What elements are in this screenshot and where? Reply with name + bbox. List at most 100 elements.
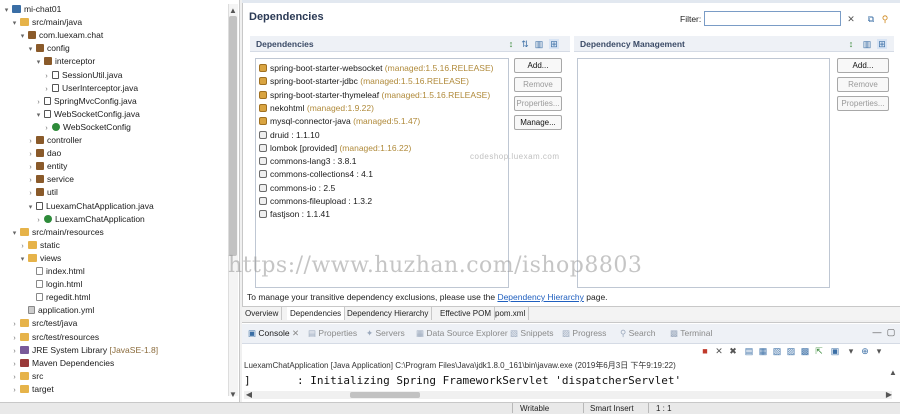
- tree-item[interactable]: ▾ mi-chat01: [2, 3, 62, 17]
- tree-item[interactable]: login.html: [26, 278, 82, 291]
- console-tab[interactable]: ▦ Data Source Explorer: [416, 328, 508, 339]
- scroll-left-icon[interactable]: ◀: [244, 390, 254, 399]
- expanded-chevron-icon[interactable]: ▾: [18, 30, 27, 43]
- dependency-item[interactable]: spring-boot-starter-jdbc (managed:1.5.16…: [259, 75, 469, 87]
- collapsed-chevron-icon[interactable]: ›: [42, 70, 51, 83]
- expanded-chevron-icon[interactable]: ▾: [10, 227, 19, 240]
- clear-console-icon[interactable]: ▤: [744, 346, 754, 356]
- expanded-chevron-icon[interactable]: ▾: [34, 109, 43, 122]
- scroll-up-icon[interactable]: ▲: [228, 6, 238, 15]
- word-wrap-icon[interactable]: ▧: [772, 346, 782, 356]
- mgmt-show-icon[interactable]: ▥: [862, 39, 872, 49]
- tree-item[interactable]: ▾ com.luexam.chat: [18, 29, 104, 43]
- dependency-item[interactable]: druid : 1.1.10: [259, 129, 320, 141]
- display-console-icon[interactable]: ▣: [830, 346, 840, 356]
- console-tab[interactable]: ▣ Console ✕: [248, 328, 299, 339]
- dependency-item[interactable]: commons-io : 2.5: [259, 182, 335, 194]
- console-hscrollbar-thumb[interactable]: [350, 392, 420, 398]
- collapsed-chevron-icon[interactable]: ›: [26, 174, 35, 187]
- tree-item[interactable]: › src: [10, 370, 43, 383]
- console-scroll-up-icon[interactable]: ▲: [888, 368, 898, 377]
- console-tab[interactable]: ▨ Progress: [562, 328, 606, 339]
- dependency-item[interactable]: mysql-connector-java (managed:5.1.47): [259, 115, 420, 127]
- tree-item[interactable]: ▾ LuexamChatApplication.java: [26, 200, 154, 213]
- collapsed-chevron-icon[interactable]: ›: [10, 318, 19, 331]
- remove-launch-icon[interactable]: ✕: [714, 346, 724, 356]
- dependency-hierarchy-link[interactable]: Dependency Hierarchy: [497, 292, 583, 302]
- collapsed-chevron-icon[interactable]: ›: [10, 358, 19, 371]
- tree-item[interactable]: › SpringMvcConfig.java: [34, 95, 136, 108]
- sort-icon[interactable]: ↕: [506, 39, 516, 49]
- filter-icon[interactable]: ⇅: [520, 39, 530, 49]
- scroll-lock-icon[interactable]: ▦: [758, 346, 768, 356]
- console-tab[interactable]: ✦ Servers: [366, 328, 405, 339]
- clear-filter-icon[interactable]: ✕: [846, 14, 856, 24]
- open-console-icon[interactable]: ⊕: [860, 346, 870, 356]
- tree-item[interactable]: ▾ config: [26, 42, 70, 55]
- show-inherited-icon[interactable]: ▥: [534, 39, 544, 49]
- expanded-chevron-icon[interactable]: ▾: [26, 43, 35, 56]
- maximize-icon[interactable]: ▢: [886, 327, 896, 337]
- tree-item[interactable]: › entity: [26, 160, 67, 173]
- close-tab-icon[interactable]: ✕: [290, 328, 299, 338]
- expanded-chevron-icon[interactable]: ▾: [10, 17, 19, 30]
- pin-console-icon[interactable]: ⇱: [814, 346, 824, 356]
- mgmt-add-button[interactable]: Add...: [837, 58, 889, 73]
- tree-item[interactable]: › src/test/resources: [10, 331, 99, 344]
- collapsed-chevron-icon[interactable]: ›: [26, 187, 35, 200]
- tree-item[interactable]: application.yml: [18, 304, 94, 317]
- dep-remove-button[interactable]: Remove: [514, 77, 562, 92]
- dependency-item[interactable]: commons-lang3 : 3.8.1: [259, 155, 356, 167]
- console-dropdown-icon[interactable]: ▾: [846, 346, 856, 356]
- expanded-chevron-icon[interactable]: ▾: [2, 4, 11, 17]
- tree-item[interactable]: › UserInterceptor.java: [42, 82, 138, 95]
- view-menu-icon[interactable]: ▾: [874, 346, 884, 356]
- console-tab[interactable]: ▩ Terminal: [670, 328, 712, 339]
- collapsed-chevron-icon[interactable]: ›: [10, 371, 19, 384]
- console-tab[interactable]: ▧ Snippets: [510, 328, 554, 339]
- tree-item[interactable]: › target: [10, 383, 53, 396]
- collapsed-chevron-icon[interactable]: ›: [42, 83, 51, 96]
- pom-tab[interactable]: Overview: [242, 307, 283, 320]
- tree-item[interactable]: › static: [18, 239, 60, 252]
- expanded-chevron-icon[interactable]: ▾: [18, 253, 27, 266]
- hierarchy-icon[interactable]: ⧉: [866, 14, 876, 24]
- tree-item[interactable]: ▾ src/main/resources: [10, 226, 104, 239]
- tree-item[interactable]: ▾ WebSocketConfig.java: [34, 108, 140, 121]
- scroll-down-icon[interactable]: ▼: [228, 390, 238, 399]
- pom-tab[interactable]: Dependencies: [287, 307, 346, 320]
- tree-item[interactable]: index.html: [26, 265, 85, 278]
- dependency-item[interactable]: nekohtml (managed:1.9.22): [259, 102, 374, 114]
- tree-scrollbar-thumb[interactable]: [229, 16, 237, 256]
- collapsed-chevron-icon[interactable]: ›: [26, 148, 35, 161]
- dependency-item[interactable]: fastjson : 1.1.41: [259, 208, 330, 220]
- tree-item[interactable]: › JRE System Library [JavaSE-1.8]: [10, 344, 158, 357]
- console-hscrollbar[interactable]: [244, 391, 892, 399]
- dependency-item[interactable]: commons-collections4 : 4.1: [259, 168, 373, 180]
- remove-all-icon[interactable]: ✖: [728, 346, 738, 356]
- pom-tab[interactable]: pom.xml: [492, 307, 530, 320]
- collapsed-chevron-icon[interactable]: ›: [26, 161, 35, 174]
- collapsed-chevron-icon[interactable]: ›: [10, 332, 19, 345]
- terminate-icon[interactable]: ■: [700, 346, 710, 356]
- tree-item[interactable]: › util: [26, 186, 58, 199]
- pom-tab[interactable]: Dependency Hierarchy: [344, 307, 433, 320]
- console-tab[interactable]: ⚲ Search: [620, 328, 656, 339]
- tree-item[interactable]: › dao: [26, 147, 61, 160]
- link-icon[interactable]: ⚲: [880, 14, 890, 24]
- expanded-chevron-icon[interactable]: ▾: [34, 56, 43, 69]
- tree-item[interactable]: ▾ src/main/java: [10, 16, 82, 29]
- tree-item[interactable]: › Maven Dependencies: [10, 357, 114, 370]
- dep-add-button[interactable]: Add...: [514, 58, 562, 73]
- filter-input[interactable]: [704, 11, 841, 26]
- expanded-chevron-icon[interactable]: ▾: [26, 201, 35, 214]
- mgmt-remove-button[interactable]: Remove: [837, 77, 889, 92]
- show-on-output-icon[interactable]: ▨: [786, 346, 796, 356]
- tree-item[interactable]: › controller: [26, 134, 82, 147]
- tree-item[interactable]: › LuexamChatApplication: [34, 213, 144, 226]
- collapsed-chevron-icon[interactable]: ›: [26, 135, 35, 148]
- scroll-right-icon[interactable]: ▶: [884, 390, 894, 399]
- collapsed-chevron-icon[interactable]: ›: [42, 122, 51, 135]
- collapse-icon[interactable]: ⊞: [549, 39, 559, 49]
- mgmt-collapse-icon[interactable]: ⊞: [877, 39, 887, 49]
